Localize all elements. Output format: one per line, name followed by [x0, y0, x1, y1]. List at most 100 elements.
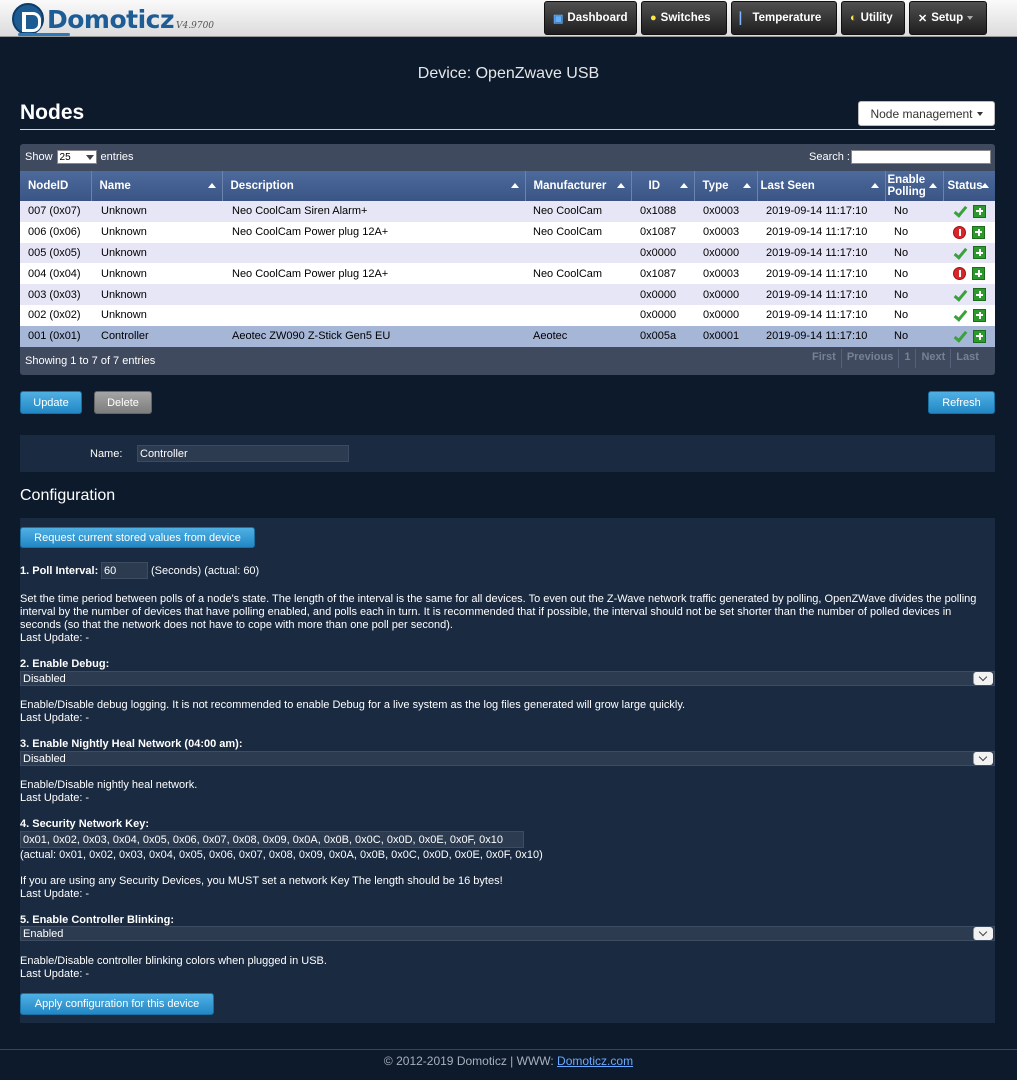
column-header-description[interactable]: Description [222, 171, 526, 201]
cell-last-seen: 2019-09-14 11:17:10 [757, 284, 885, 305]
enable-debug-select[interactable]: Disabled [20, 671, 995, 686]
pager-last[interactable]: Last [950, 349, 984, 368]
nav-setup-button[interactable]: ✕ Setup [909, 1, 987, 35]
node-management-button[interactable]: Node management [858, 101, 995, 126]
add-icon[interactable] [972, 225, 985, 239]
cell-last-seen: 2019-09-14 11:17:10 [757, 201, 885, 222]
cell-last-seen: 2019-09-14 11:17:10 [757, 325, 885, 347]
cell-last-seen: 2019-09-14 11:17:10 [757, 304, 885, 326]
cell-polling: No [885, 242, 943, 264]
pager-first[interactable]: First [807, 349, 841, 368]
request-values-button[interactable]: Request current stored values from devic… [20, 527, 255, 548]
pagination: First Previous 1 Next Last [807, 349, 984, 368]
search-input[interactable] [850, 150, 991, 164]
checkmark-icon [953, 246, 967, 260]
utility-icon: ◐ [850, 12, 857, 24]
table-row[interactable]: 005 (0x05) Unknown 0x0000 0x0000 2019-09-14 … [20, 242, 995, 264]
cell-polling: No [885, 284, 943, 305]
controller-blinking-select[interactable]: Enabled [20, 926, 995, 941]
nodes-divider [20, 129, 995, 130]
apply-configuration-button[interactable]: Apply configuration for this device [20, 993, 214, 1015]
column-header-status[interactable]: Status [943, 171, 995, 201]
cell-description: Neo CoolCam Siren Alarm+ [222, 201, 525, 222]
chevron-down-icon [973, 927, 993, 940]
table-row[interactable]: 001 (0x01) Controller Aeotec ZW090 Z-Stick… [20, 325, 995, 347]
cell-last-seen: 2019-09-14 11:17:10 [757, 263, 885, 285]
nav-dashboard-button[interactable]: ▣ Dashboard [544, 1, 637, 35]
page-size-control: Show 25 entries [25, 150, 134, 164]
table-info: Showing 1 to 7 of 7 entries [25, 355, 156, 367]
column-header-type[interactable]: Type [694, 171, 758, 201]
cell-status [943, 201, 995, 222]
tools-icon: ✕ [918, 12, 928, 25]
sort-asc-icon [679, 183, 688, 188]
sort-asc-icon [981, 183, 989, 188]
checkmark-icon [953, 288, 967, 302]
cell-id: 0x1088 [631, 201, 694, 222]
thermometer-icon: ▏ [740, 12, 749, 25]
domoticz-logo[interactable]: Domoticz V4.9700 [12, 3, 214, 35]
security-key-input[interactable]: 0x01, 0x02, 0x03, 0x04, 0x05, 0x06, 0x07… [20, 831, 524, 848]
sort-asc-icon [510, 183, 519, 188]
cell-status [943, 263, 995, 285]
column-header-manufacturer[interactable]: Manufacturer [525, 171, 632, 201]
cell-status [943, 242, 995, 264]
nav-utility-button[interactable]: ◐ Utility [841, 1, 905, 35]
nav-utility-label: Utility [860, 12, 893, 24]
cell-status [943, 304, 995, 326]
controller-blinking-last-update: Last Update: - [20, 968, 90, 980]
table-row[interactable]: 004 (0x04) Unknown Neo CoolCam Power plug … [20, 263, 995, 285]
add-icon[interactable] [973, 204, 986, 218]
add-icon[interactable] [973, 288, 986, 302]
column-header-id[interactable]: ID [631, 171, 695, 201]
column-header-name[interactable]: Name [91, 171, 223, 201]
update-button[interactable]: Update [20, 391, 82, 414]
column-header-nodeid[interactable]: NodeID [20, 171, 92, 201]
column-header-last-seen[interactable]: Last Seen [757, 171, 886, 201]
nightly-heal-last-update: Last Update: - [20, 792, 90, 804]
add-icon[interactable] [973, 246, 986, 260]
column-header-enable-polling[interactable]: Enable Polling [885, 171, 944, 201]
sort-asc-icon [742, 183, 751, 188]
checkmark-icon [953, 204, 967, 218]
poll-interval-suffix: (Seconds) (actual: 60) [151, 565, 260, 577]
nav-temperature-button[interactable]: ▏ Temperature [731, 1, 837, 35]
node-name-input[interactable]: Controller [137, 445, 349, 462]
security-key-description: If you are using any Security Devices, y… [20, 875, 503, 887]
nodes-table-panel: Show 25 entries Search : NodeID Name Des… [20, 144, 995, 375]
cell-name: Unknown [91, 284, 222, 305]
nav-setup-label: Setup [931, 12, 964, 24]
nav-switches-label: Switches [660, 12, 711, 24]
cell-manufacturer [525, 284, 631, 305]
poll-interval-last-update: Last Update: - [20, 632, 90, 644]
chevron-down-icon [85, 154, 94, 160]
delete-button[interactable]: Delete [94, 391, 152, 414]
footer-link[interactable]: Domoticz.com [557, 1054, 633, 1068]
footer-text: © 2012-2019 Domoticz | WWW: [383, 1054, 558, 1068]
page-size-select[interactable]: 25 [56, 150, 97, 164]
table-row[interactable]: 006 (0x06) Unknown Neo CoolCam Power plug … [20, 221, 995, 243]
table-row[interactable]: 003 (0x03) Unknown 0x0000 0x0000 2019-09-14 … [20, 284, 995, 305]
cell-name: Unknown [91, 242, 222, 264]
sort-asc-icon [207, 183, 216, 188]
checkmark-icon [953, 308, 967, 322]
cell-name: Unknown [91, 201, 222, 222]
nightly-heal-select[interactable]: Disabled [20, 751, 995, 766]
table-row[interactable]: 007 (0x07) Unknown Neo CoolCam Siren Alarm… [20, 201, 995, 222]
cell-description [222, 242, 525, 264]
add-icon[interactable] [972, 267, 985, 281]
pager-previous[interactable]: Previous [840, 349, 898, 368]
nav-switches-button[interactable]: ● Switches [641, 1, 727, 35]
table-row[interactable]: 002 (0x02) Unknown 0x0000 0x0000 2019-09-14 … [20, 304, 995, 326]
refresh-button[interactable]: Refresh [928, 391, 995, 414]
add-icon[interactable] [973, 329, 986, 343]
pager-page-1[interactable]: 1 [898, 349, 915, 368]
poll-interval-input[interactable]: 60 [101, 562, 148, 579]
cell-type: 0x0001 [694, 325, 757, 347]
checkmark-icon [953, 329, 967, 343]
cell-type: 0x0000 [694, 284, 757, 305]
add-icon[interactable] [973, 308, 986, 322]
configuration-heading: Configuration [20, 487, 116, 504]
top-navbar: Domoticz V4.9700 ▣ Dashboard ● Switches … [0, 0, 1017, 37]
pager-next[interactable]: Next [915, 349, 950, 368]
